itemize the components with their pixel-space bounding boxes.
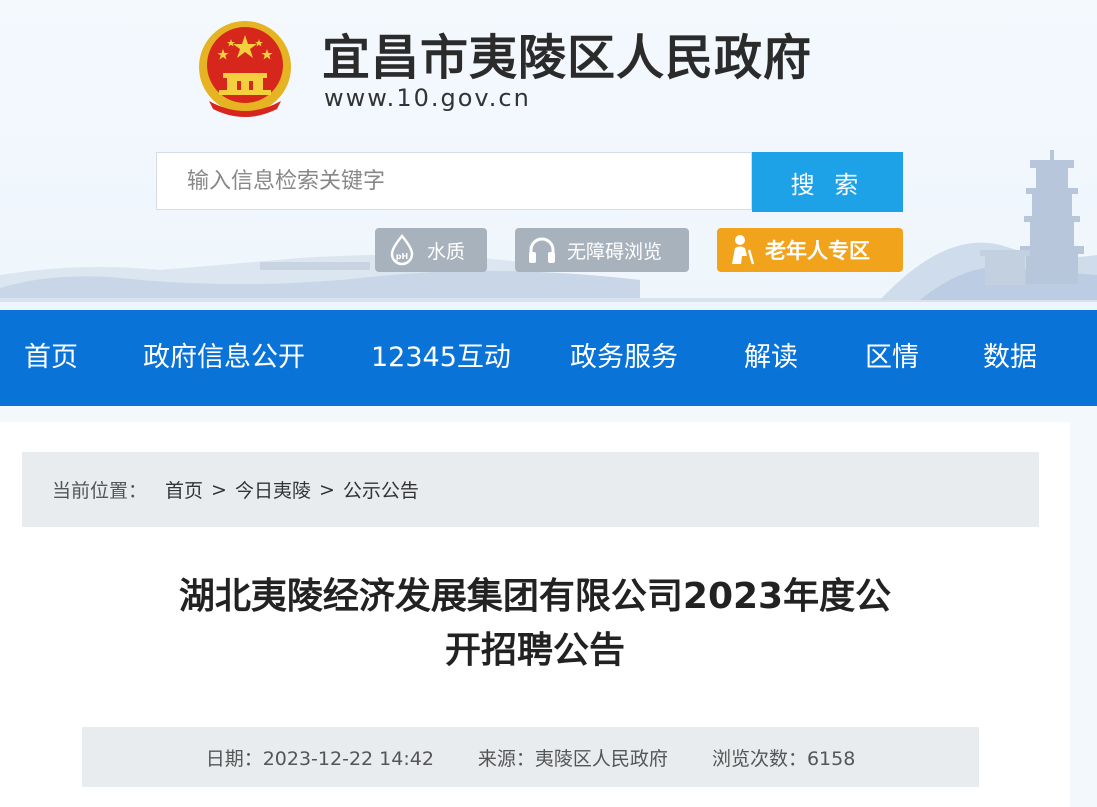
nav-item-services[interactable]: 政务服务	[570, 310, 678, 406]
accessible-browsing-label: 无障碍浏览	[567, 240, 663, 263]
article-title-line2: 开招聘公告	[444, 630, 625, 671]
headphones-icon	[529, 237, 555, 263]
water-quality-button[interactable]: pH 水质	[375, 228, 487, 272]
water-drop-icon: pH	[390, 234, 414, 266]
site-header: 宜昌市夷陵区人民政府 www.10.gov.cn 搜 索 pH 水质 无障碍浏览…	[0, 0, 1097, 310]
breadcrumb-label: 当前位置：	[52, 480, 148, 502]
water-quality-label: 水质	[427, 240, 466, 263]
svg-text:pH: pH	[396, 252, 408, 261]
article-source: 来源：夷陵区人民政府	[477, 747, 668, 770]
search-button[interactable]: 搜 索	[752, 152, 903, 212]
article-date: 日期：2023-12-22 14:42	[205, 747, 434, 770]
site-url: www.10.gov.cn	[324, 84, 531, 112]
site-title: 宜昌市夷陵区人民政府	[322, 30, 813, 86]
elderly-zone-button[interactable]: 老年人专区	[717, 228, 903, 272]
elderly-zone-label: 老年人专区	[765, 239, 870, 263]
nav-item-district[interactable]: 区情	[865, 310, 919, 406]
article-views: 浏览次数：6158	[711, 747, 856, 770]
search-box	[156, 152, 752, 210]
article-title-line1: 湖北夷陵经济发展集团有限公司2023年度公	[178, 576, 892, 617]
nav-item-gov-info[interactable]: 政府信息公开	[143, 310, 305, 406]
nav-item-interpretation[interactable]: 解读	[744, 310, 798, 406]
accessible-browsing-button[interactable]: 无障碍浏览	[515, 228, 689, 272]
breadcrumb-separator: >	[211, 478, 227, 501]
breadcrumb-announcements[interactable]: 公示公告	[343, 476, 419, 503]
article-meta: 日期：2023-12-22 14:42 来源：夷陵区人民政府 浏览次数：6158	[82, 727, 979, 787]
national-emblem-logo	[199, 21, 291, 117]
nav-item-data[interactable]: 数据	[983, 310, 1037, 406]
search-input[interactable]	[157, 153, 751, 209]
breadcrumb: 当前位置： 首页 > 今日夷陵 > 公示公告	[22, 452, 1039, 527]
nav-item-home[interactable]: 首页	[24, 310, 78, 406]
article-content: 当前位置： 首页 > 今日夷陵 > 公示公告 湖北夷陵经济发展集团有限公司202…	[0, 422, 1070, 807]
breadcrumb-home[interactable]: 首页	[165, 476, 203, 503]
breadcrumb-separator: >	[318, 478, 335, 501]
article-title: 湖北夷陵经济发展集团有限公司2023年度公 开招聘公告	[110, 570, 960, 678]
breadcrumb-today-yiling[interactable]: 今日夷陵	[235, 476, 311, 503]
elder-icon	[732, 235, 755, 265]
main-nav: 首页 政府信息公开 12345互动 政务服务 解读 区情 数据	[0, 310, 1097, 406]
nav-item-12345[interactable]: 12345互动	[371, 310, 511, 406]
